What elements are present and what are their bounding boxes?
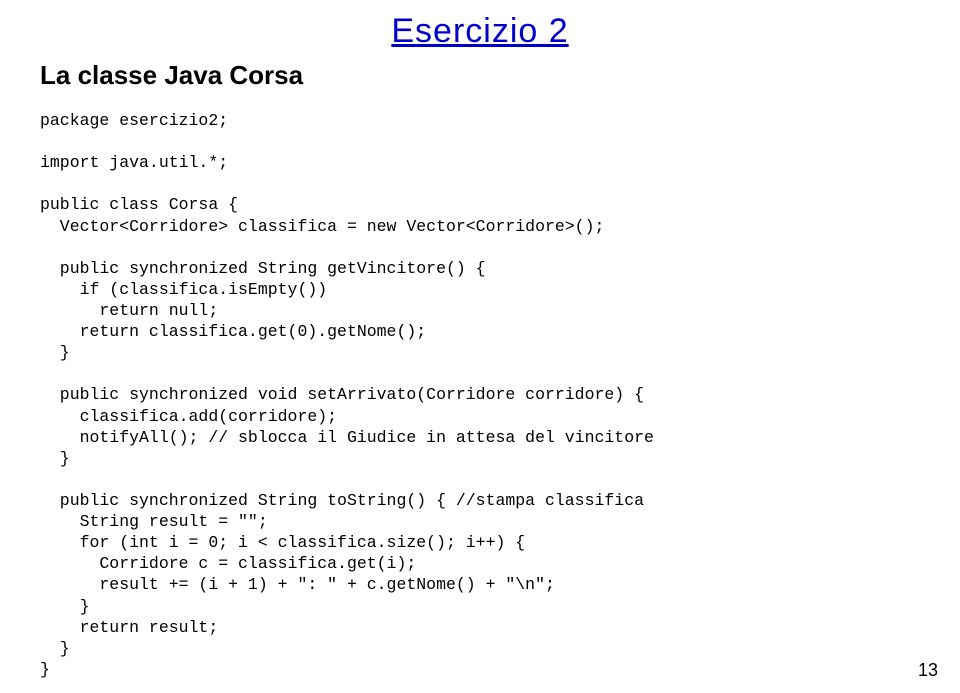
code-line: for (int i = 0; i < classifica.size(); i… [40, 533, 525, 552]
code-line: public synchronized String toString() { … [40, 491, 644, 510]
code-line: Corridore c = classifica.get(i); [40, 554, 416, 573]
code-line: package esercizio2; [40, 111, 228, 130]
code-line: } [40, 343, 70, 362]
code-line: return classifica.get(0).getNome(); [40, 322, 426, 341]
code-line: if (classifica.isEmpty()) [40, 280, 327, 299]
code-line: result += (i + 1) + ": " + c.getNome() +… [40, 575, 555, 594]
code-line: Vector<Corridore> classifica = new Vecto… [40, 217, 604, 236]
code-line: } [40, 660, 50, 679]
slide-title: Esercizio 2 [391, 12, 568, 51]
code-line: String result = ""; [40, 512, 268, 531]
code-line: public class Corsa { [40, 195, 238, 214]
code-line: public synchronized void setArrivato(Cor… [40, 385, 644, 404]
code-line: import java.util.*; [40, 153, 228, 172]
code-line: classifica.add(corridore); [40, 407, 337, 426]
code-line: notifyAll(); // sblocca il Giudice in at… [40, 428, 654, 447]
code-line: } [40, 639, 70, 658]
code-line: public synchronized String getVincitore(… [40, 259, 486, 278]
code-block: package esercizio2; import java.util.*; … [40, 110, 654, 680]
slide-subtitle: La classe Java Corsa [40, 60, 303, 91]
code-line: } [40, 597, 90, 616]
code-line: } [40, 449, 70, 468]
code-line: return null; [40, 301, 218, 320]
code-line: return result; [40, 618, 218, 637]
page-number: 13 [918, 660, 938, 681]
